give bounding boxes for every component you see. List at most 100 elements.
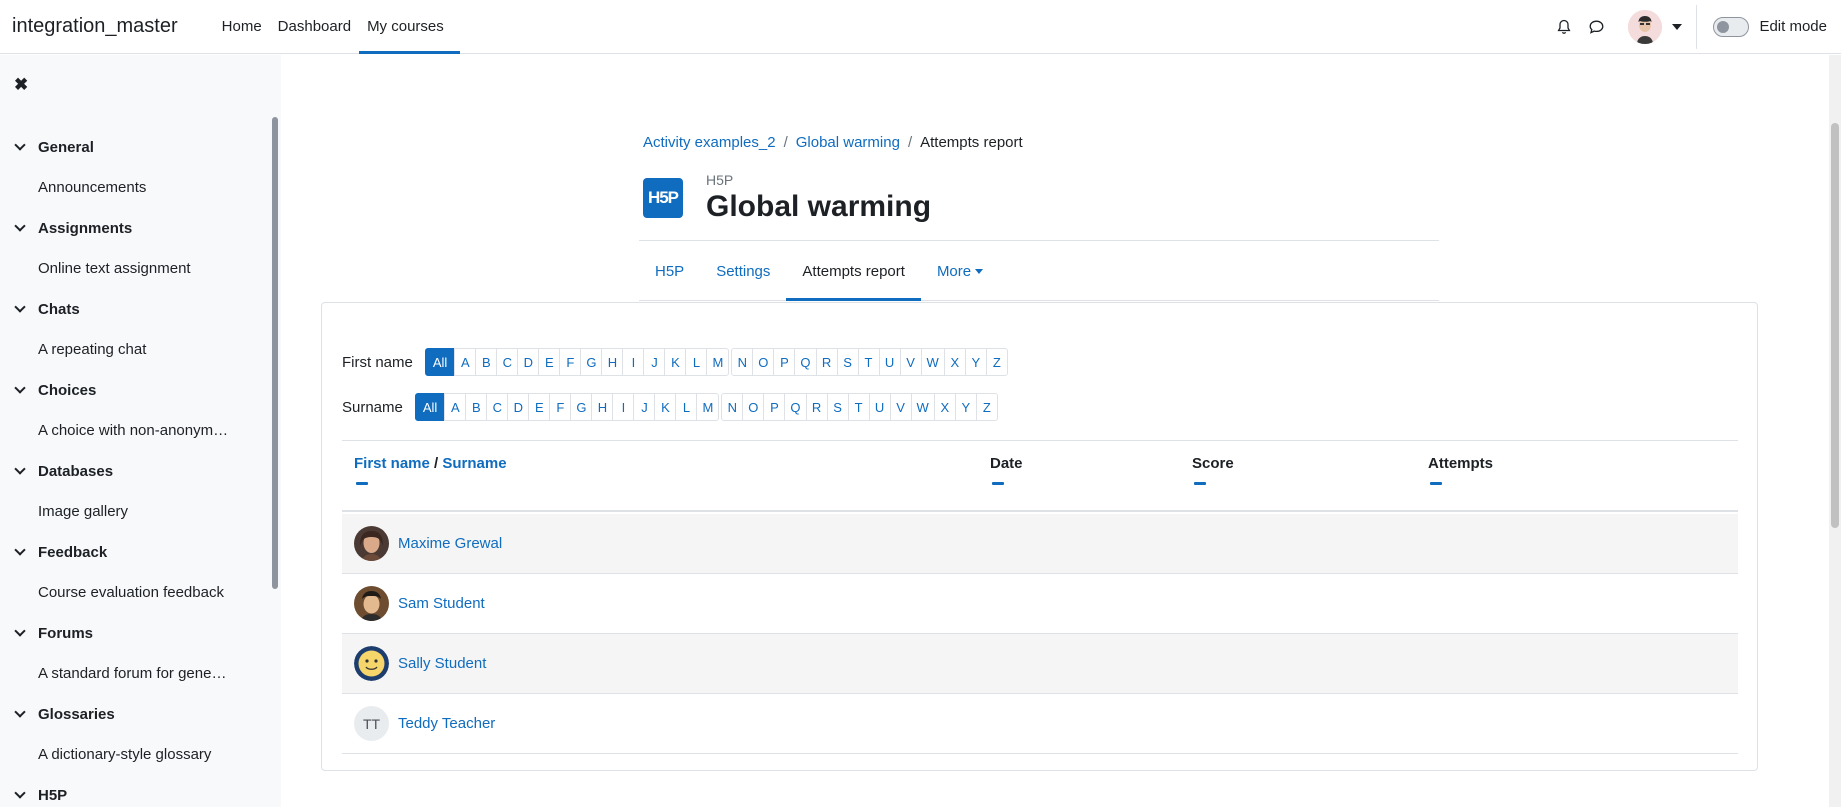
tab-more[interactable]: More — [921, 243, 999, 300]
last-initial-all[interactable]: All — [414, 393, 446, 421]
site-brand[interactable]: integration_master — [12, 15, 178, 38]
last-initial-letter[interactable]: B — [465, 393, 488, 421]
edit-mode-toggle[interactable] — [1713, 16, 1750, 37]
bell-icon[interactable] — [1548, 11, 1580, 43]
last-initial-letter[interactable]: K — [654, 393, 677, 421]
last-initial-letter[interactable]: H — [591, 393, 614, 421]
activity-link[interactable]: A repeating chat — [0, 329, 270, 370]
first-initial-letter[interactable]: E — [538, 348, 561, 376]
user-avatar[interactable] — [354, 526, 389, 561]
activity-link[interactable]: A dictionary-style glossary — [0, 734, 270, 775]
tab-settings[interactable]: Settings — [700, 243, 786, 300]
first-initial-letter[interactable]: S — [836, 348, 859, 376]
first-initial-letter[interactable]: X — [943, 348, 966, 376]
section-forums[interactable]: Forums — [0, 613, 270, 653]
first-initial-letter[interactable]: J — [643, 348, 666, 376]
last-initial-letter[interactable]: Y — [954, 393, 977, 421]
chevron-down-icon[interactable] — [14, 786, 26, 799]
last-initial-letter[interactable]: F — [549, 393, 572, 421]
collapse-column-icon[interactable] — [992, 482, 1004, 485]
chevron-down-icon[interactable] — [14, 381, 26, 394]
nav-home[interactable]: Home — [214, 0, 270, 54]
last-initial-letter[interactable]: Q — [784, 393, 807, 421]
chevron-down-icon[interactable] — [14, 462, 26, 475]
first-initial-letter[interactable]: H — [601, 348, 624, 376]
section-chats[interactable]: Chats — [0, 289, 270, 329]
user-avatar[interactable] — [354, 646, 389, 681]
first-initial-letter[interactable]: K — [664, 348, 687, 376]
last-initial-letter[interactable]: N — [721, 393, 744, 421]
first-initial-letter[interactable]: A — [454, 348, 477, 376]
last-initial-letter[interactable]: I — [612, 393, 635, 421]
drawer-scrollbar[interactable] — [272, 117, 278, 589]
user-initials-avatar[interactable]: TT — [354, 706, 389, 741]
sort-surname[interactable]: Surname — [442, 455, 506, 472]
nav-my-courses[interactable]: My courses — [359, 0, 460, 54]
activity-link[interactable]: Course evaluation feedback — [0, 572, 270, 613]
section-assignments[interactable]: Assignments — [0, 208, 270, 248]
last-initial-letter[interactable]: A — [444, 393, 467, 421]
page-scrollbar[interactable] — [1829, 55, 1841, 807]
breadcrumb-course[interactable]: Activity examples_2 — [643, 134, 776, 151]
last-initial-letter[interactable]: L — [675, 393, 698, 421]
last-initial-letter[interactable]: G — [570, 393, 593, 421]
chevron-down-icon[interactable] — [14, 543, 26, 556]
user-link[interactable]: Maxime Grewal — [398, 535, 502, 552]
chevron-down-icon[interactable] — [14, 219, 26, 232]
first-initial-letter[interactable]: P — [773, 348, 796, 376]
last-initial-letter[interactable]: W — [910, 393, 935, 421]
last-initial-letter[interactable]: O — [742, 393, 765, 421]
close-icon[interactable]: ✖ — [14, 75, 28, 95]
avatar[interactable] — [1628, 9, 1663, 44]
page-scrollbar-thumb[interactable] — [1831, 123, 1839, 528]
first-initial-letter[interactable]: C — [496, 348, 519, 376]
first-initial-letter[interactable]: Y — [964, 348, 987, 376]
activity-link[interactable]: A standard forum for gene… — [0, 653, 270, 694]
chevron-down-icon[interactable] — [14, 705, 26, 718]
last-initial-letter[interactable]: M — [696, 393, 720, 421]
section-databases[interactable]: Databases — [0, 451, 270, 491]
first-initial-letter[interactable]: V — [899, 348, 922, 376]
first-initial-letter[interactable]: M — [706, 348, 730, 376]
first-initial-letter[interactable]: Z — [985, 348, 1008, 376]
user-link[interactable]: Teddy Teacher — [398, 715, 495, 732]
tab-attempts-report[interactable]: Attempts report — [786, 243, 921, 301]
section-general[interactable]: General — [0, 127, 270, 167]
last-initial-letter[interactable]: Z — [975, 393, 998, 421]
user-link[interactable]: Sally Student — [398, 655, 486, 672]
activity-link[interactable]: Announcements — [0, 167, 270, 208]
user-menu[interactable] — [1628, 9, 1683, 44]
first-initial-letter[interactable]: I — [622, 348, 645, 376]
last-initial-letter[interactable]: C — [486, 393, 509, 421]
collapse-column-icon[interactable] — [1194, 482, 1206, 485]
activity-link[interactable]: Image gallery — [0, 491, 270, 532]
chevron-down-icon[interactable] — [14, 624, 26, 637]
last-initial-letter[interactable]: V — [889, 393, 912, 421]
first-initial-letter[interactable]: D — [517, 348, 540, 376]
first-initial-all[interactable]: All — [424, 348, 456, 376]
collapse-column-icon[interactable] — [1430, 482, 1442, 485]
first-initial-letter[interactable]: U — [878, 348, 901, 376]
first-initial-letter[interactable]: F — [559, 348, 582, 376]
sort-first-name[interactable]: First name — [354, 455, 430, 472]
breadcrumb-activity[interactable]: Global warming — [796, 134, 900, 151]
last-initial-letter[interactable]: D — [507, 393, 530, 421]
first-initial-letter[interactable]: B — [475, 348, 498, 376]
last-initial-letter[interactable]: T — [847, 393, 870, 421]
section-glossaries[interactable]: Glossaries — [0, 694, 270, 734]
section-choices[interactable]: Choices — [0, 370, 270, 410]
collapse-column-icon[interactable] — [356, 482, 368, 485]
last-initial-letter[interactable]: E — [528, 393, 551, 421]
section-feedback[interactable]: Feedback — [0, 532, 270, 572]
tab-h5p[interactable]: H5P — [639, 243, 700, 300]
first-initial-letter[interactable]: N — [731, 348, 754, 376]
last-initial-letter[interactable]: X — [933, 393, 956, 421]
first-initial-letter[interactable]: R — [815, 348, 838, 376]
user-avatar[interactable] — [354, 586, 389, 621]
chat-icon[interactable] — [1580, 11, 1612, 43]
first-initial-letter[interactable]: Q — [794, 348, 817, 376]
chevron-down-icon[interactable] — [14, 300, 26, 313]
section-h5p[interactable]: H5P — [0, 775, 270, 807]
first-initial-letter[interactable]: L — [685, 348, 708, 376]
activity-link[interactable]: A choice with non-anonym… — [0, 410, 270, 451]
